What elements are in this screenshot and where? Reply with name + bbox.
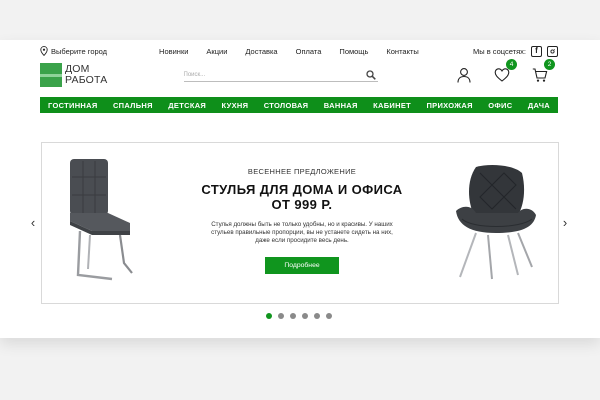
slide-description: Стулья должны быть не только удобны, но … [211,221,393,244]
city-label: Выберите город [51,46,108,56]
city-selector[interactable]: Выберите город [40,46,107,56]
search-input[interactable]: Поиск... [183,68,378,82]
category-nav: ГОСТИННАЯ СПАЛЬНЯ ДЕТСКАЯ КУХНЯ СТОЛОВАЯ… [40,97,558,113]
hero-slider: ВЕСЕННЕЕ ПРЕДЛОЖЕНИЕ СТУЛЬЯ ДЛЯ ДОМА И О… [41,142,559,304]
top-nav: Новинки Акции Доставка Оплата Помощь Кон… [159,47,419,56]
top-nav-help[interactable]: Помощь [339,47,368,56]
top-nav-payment[interactable]: Оплата [296,47,322,56]
slide-content: ВЕСЕННЕЕ ПРЕДЛОЖЕНИЕ СТУЛЬЯ ДЛЯ ДОМА И О… [192,167,412,274]
logo-mark [40,63,62,87]
logo[interactable]: ДОМ РАБОТА [40,63,108,87]
social-label: Мы в соцсетях: [472,46,526,56]
instagram-icon[interactable] [547,45,558,57]
wishlist-button[interactable]: 4 [494,59,517,83]
slider-pagination [266,313,332,319]
page: Выберите город Новинки Акции Доставка Оп… [0,40,600,338]
top-nav-delivery[interactable]: Доставка [245,47,277,56]
cart-count-badge: 2 [544,59,555,70]
slide-kicker: ВЕСЕННЕЕ ПРЕДЛОЖЕНИЕ [247,167,357,176]
header: ДОМ РАБОТА Поиск... 4 2 [40,59,558,88]
pagination-dot[interactable] [302,313,308,319]
cart-button[interactable]: 2 [532,59,555,83]
gray-chair-image [70,159,133,281]
category-bathroom[interactable]: ВАННАЯ [324,101,358,110]
pagination-dot[interactable] [326,313,332,319]
black-armchair-image [456,165,536,280]
heart-icon [494,68,510,82]
social-links: Мы в соцсетях: f [472,45,558,57]
user-icon[interactable] [456,67,472,83]
top-nav-sales[interactable]: Акции [206,47,227,56]
slider-prev-arrow[interactable]: ‹ [28,216,38,230]
slide-headline: СТУЛЬЯ ДЛЯ ДОМА И ОФИСА ОТ 999 Р. [192,182,412,212]
logo-line-2: РАБОТА [65,74,108,86]
pagination-dot[interactable] [314,313,320,319]
category-living-room[interactable]: ГОСТИННАЯ [48,101,98,110]
top-nav-new[interactable]: Новинки [159,47,188,56]
more-details-button[interactable]: Подробнее [265,257,339,274]
slide-headline-line-2: ОТ 999 Р. [271,197,333,212]
category-country-house[interactable]: ДАЧА [528,101,550,110]
category-kitchen[interactable]: КУХНЯ [222,101,249,110]
slider-next-arrow[interactable]: › [560,216,570,230]
facebook-icon[interactable]: f [531,45,542,57]
location-pin-icon [40,46,48,56]
pagination-dot[interactable] [290,313,296,319]
slide-headline-line-1: СТУЛЬЯ ДЛЯ ДОМА И ОФИСА [201,182,403,197]
top-nav-contacts[interactable]: Контакты [386,47,418,56]
top-bar: Выберите город Новинки Акции Доставка Оп… [40,44,558,58]
search-placeholder: Поиск... [183,71,206,78]
header-icons: 4 2 [456,59,555,83]
logo-text: ДОМ РАБОТА [65,64,108,86]
category-study[interactable]: КАБИНЕТ [373,101,411,110]
cart-icon [532,68,548,82]
pagination-dot[interactable] [266,313,272,319]
category-kids-room[interactable]: ДЕТСКАЯ [168,101,206,110]
wishlist-count-badge: 4 [506,59,517,70]
search-icon[interactable] [365,70,376,80]
category-office[interactable]: ОФИС [488,101,512,110]
category-hallway[interactable]: ПРИХОЖАЯ [426,101,472,110]
pagination-dot[interactable] [278,313,284,319]
category-bedroom[interactable]: СПАЛЬНЯ [113,101,153,110]
category-dining-room[interactable]: СТОЛОВАЯ [264,101,309,110]
